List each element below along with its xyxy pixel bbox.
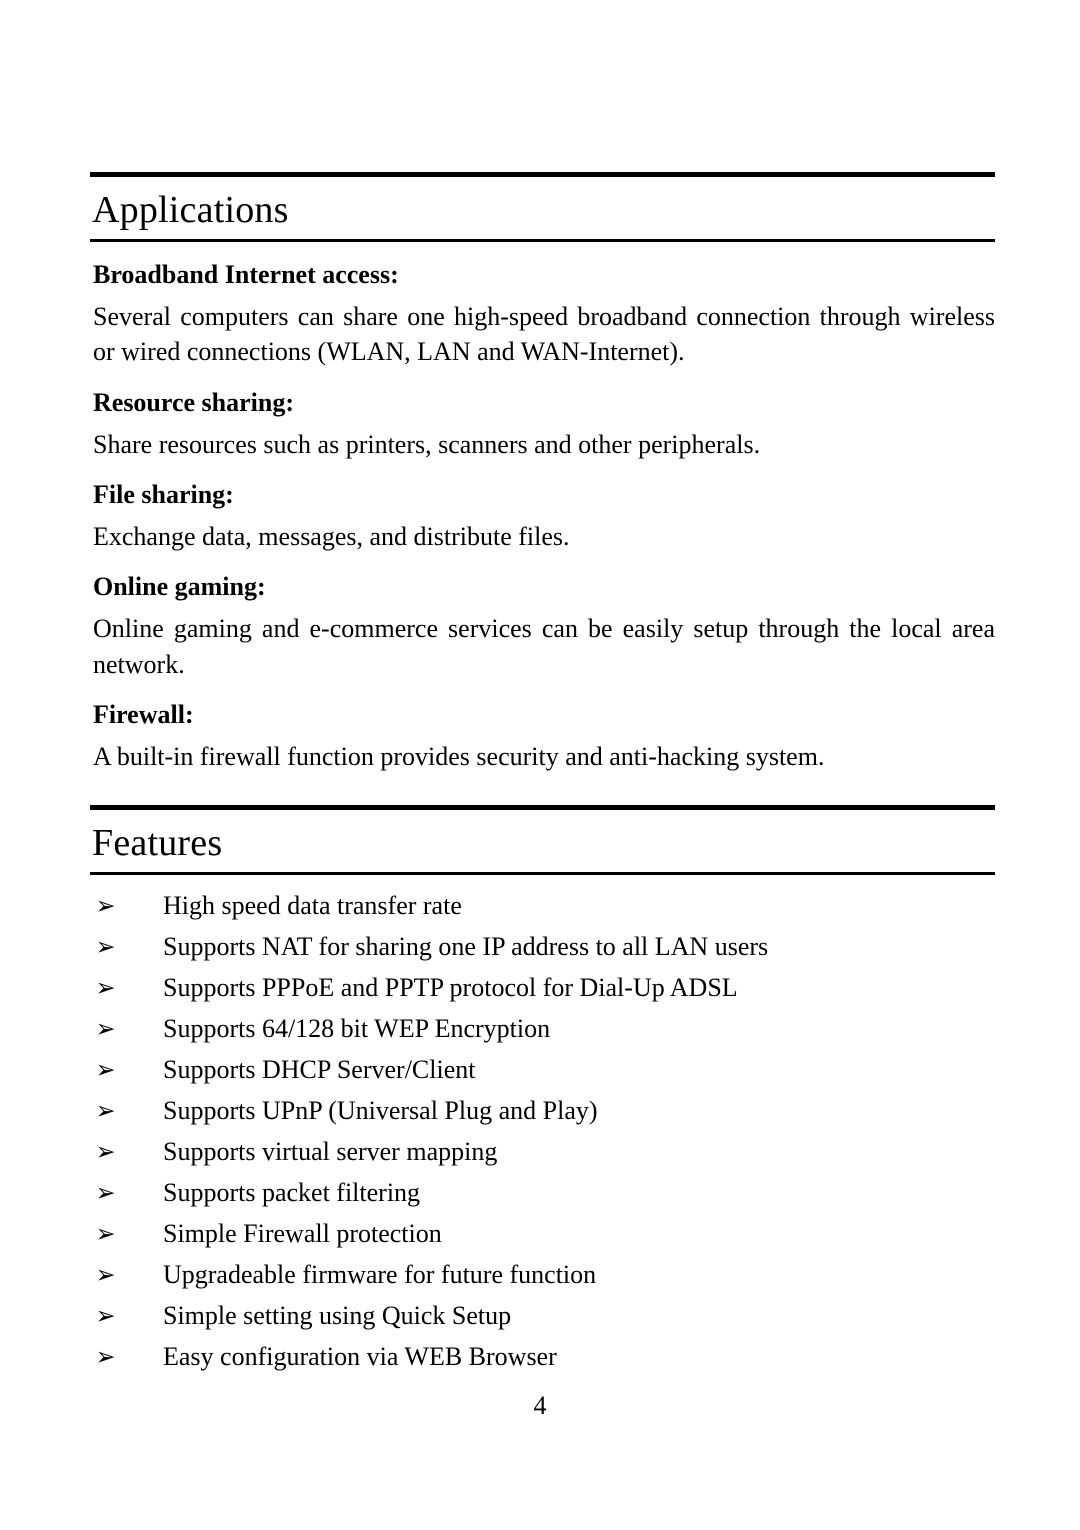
arrowhead-bullet-icon: ➢ (95, 972, 116, 1002)
list-item-label: Supports packet filtering (163, 1177, 421, 1207)
arrowhead-bullet-icon: ➢ (95, 1218, 116, 1248)
section-applications: Applications Broadband Internet access: … (90, 172, 995, 775)
list-item: ➢ Supports PPPoE and PPTP protocol for D… (90, 967, 995, 1008)
list-item-label: Simple Firewall protection (163, 1218, 442, 1248)
list-item-label: High speed data transfer rate (163, 890, 462, 920)
list-item: ➢ High speed data transfer rate (90, 885, 995, 926)
list-item-label: Easy configuration via WEB Browser (163, 1341, 557, 1371)
paragraph-file-sharing: Exchange data, messages, and distribute … (93, 522, 570, 552)
paragraph-resource-sharing: Share resources such as printers, scanne… (93, 429, 761, 459)
paragraph-online-gaming: Online gaming and e-commerce services ca… (93, 614, 995, 679)
list-item: ➢ Easy configuration via WEB Browser (90, 1336, 995, 1377)
subheading-firewall: Firewall: (93, 700, 194, 730)
list-item: ➢ Supports virtual server mapping (90, 1131, 995, 1172)
subheading-file-sharing: File sharing: (93, 480, 234, 510)
list-item: ➢ Simple setting using Quick Setup (90, 1295, 995, 1336)
section-features: Features ➢ High speed data transfer rate… (90, 804, 995, 1377)
list-item: ➢ Upgradeable firmware for future functi… (90, 1254, 995, 1295)
page-number: 4 (533, 1391, 547, 1420)
list-item-label: Upgradeable firmware for future function (163, 1259, 597, 1289)
list-item-label: Supports UPnP (Universal Plug and Play) (163, 1095, 598, 1125)
list-item: ➢ Supports 64/128 bit WEP Encryption (90, 1008, 995, 1049)
arrowhead-bullet-icon: ➢ (95, 1177, 116, 1207)
arrowhead-bullet-icon: ➢ (95, 1300, 116, 1330)
list-item-label: Supports 64/128 bit WEP Encryption (163, 1013, 551, 1043)
document-page: Applications Broadband Internet access: … (0, 0, 1080, 1530)
list-item: ➢ Supports UPnP (Universal Plug and Play… (90, 1090, 995, 1131)
arrowhead-bullet-icon: ➢ (95, 1095, 116, 1125)
arrowhead-bullet-icon: ➢ (95, 1054, 116, 1084)
paragraph-broadband-internet-access: Several computers can share one high-spe… (93, 302, 995, 367)
subheading-broadband-internet-access: Broadband Internet access: (93, 260, 399, 289)
arrowhead-bullet-icon: ➢ (95, 1013, 116, 1043)
list-item-label: Supports DHCP Server/Client (163, 1054, 476, 1084)
list-item-label: Supports virtual server mapping (163, 1136, 498, 1166)
section-heading-applications: Applications (92, 189, 289, 231)
page-content: Applications Broadband Internet access: … (90, 172, 995, 1377)
list-item: ➢ Simple Firewall protection (90, 1213, 995, 1254)
subheading-resource-sharing: Resource sharing: (93, 387, 295, 417)
arrowhead-bullet-icon: ➢ (95, 1136, 116, 1166)
section-heading-features: Features (92, 821, 223, 864)
subheading-online-gaming: Online gaming: (93, 572, 266, 602)
list-item: ➢ Supports packet filtering (90, 1172, 995, 1213)
features-list: ➢ High speed data transfer rate ➢ Suppor… (90, 875, 995, 1377)
arrowhead-bullet-icon: ➢ (95, 1341, 116, 1371)
paragraph-firewall: A built-in firewall function provides se… (93, 742, 825, 772)
list-item: ➢ Supports DHCP Server/Client (90, 1049, 995, 1090)
list-item-label: Simple setting using Quick Setup (163, 1300, 512, 1330)
arrowhead-bullet-icon: ➢ (95, 890, 116, 920)
arrowhead-bullet-icon: ➢ (95, 931, 116, 961)
list-item-label: Supports NAT for sharing one IP address … (163, 931, 769, 961)
list-item: ➢ Supports NAT for sharing one IP addres… (90, 926, 995, 967)
arrowhead-bullet-icon: ➢ (95, 1259, 116, 1289)
list-item-label: Supports PPPoE and PPTP protocol for Dia… (163, 972, 738, 1002)
